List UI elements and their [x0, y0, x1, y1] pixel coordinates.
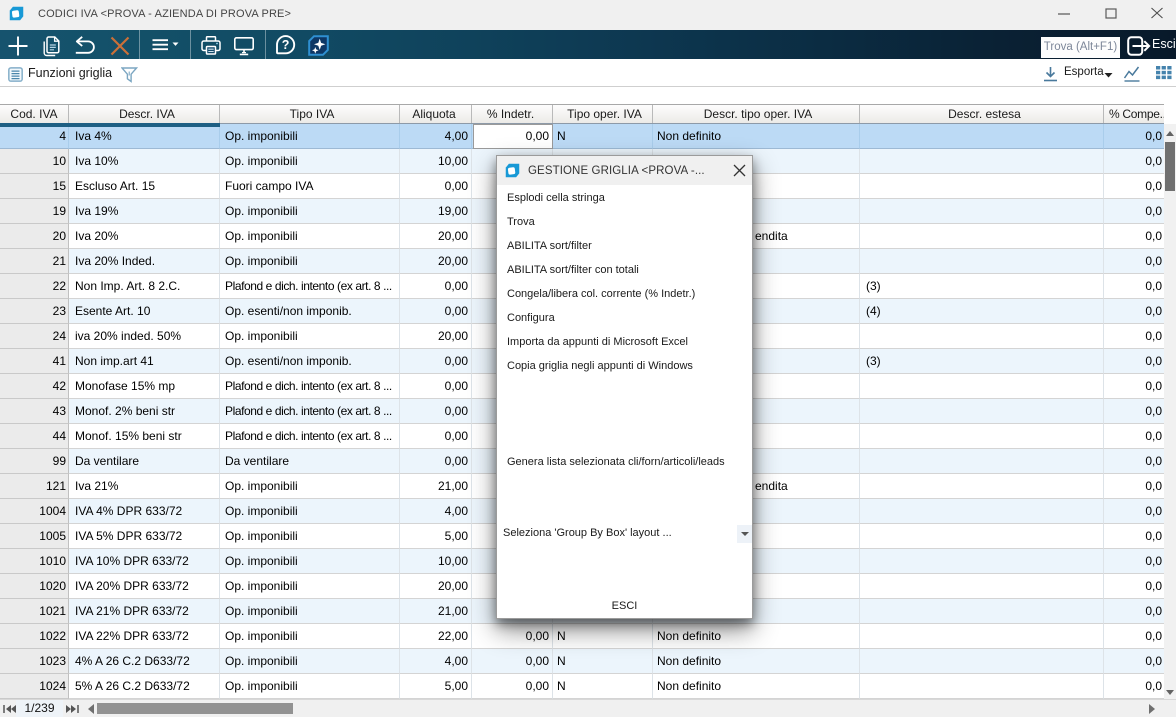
svg-text:?: ?	[282, 38, 290, 52]
